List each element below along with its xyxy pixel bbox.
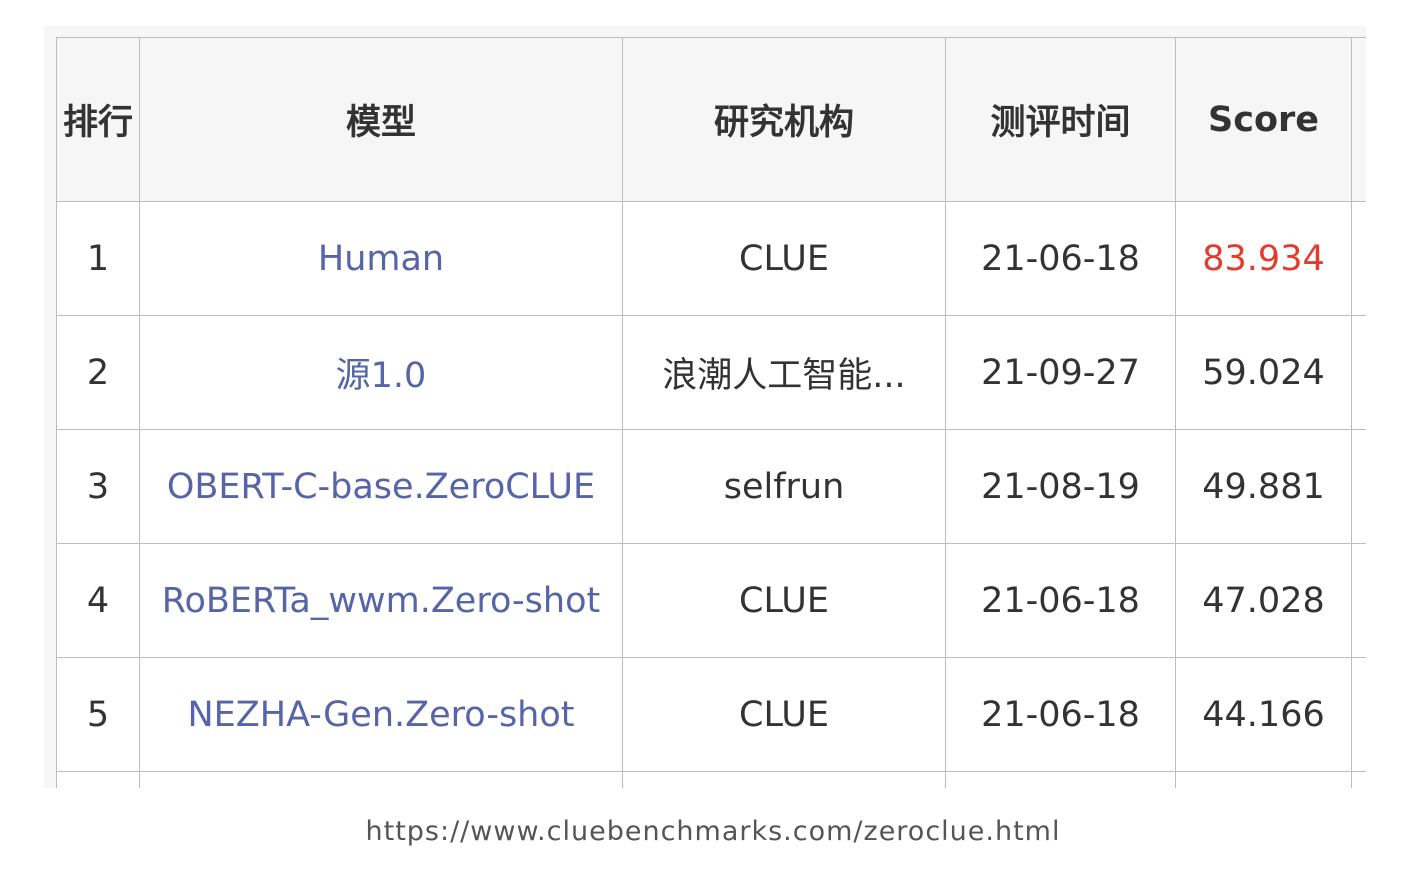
extra-cell <box>1351 657 1366 772</box>
column-header-extra <box>1351 37 1366 202</box>
extra-cell <box>1351 315 1366 430</box>
score-cell: 59.024 <box>1175 315 1352 430</box>
model-link[interactable]: RoBERTa_wwm.Zero-shot <box>162 581 600 621</box>
score-cell: 47.028 <box>1175 543 1352 658</box>
table-row: 5 NEZHA-Gen.Zero-shot CLUE 21-06-18 44.1… <box>56 657 1366 772</box>
table-row-partial <box>56 771 1366 788</box>
model-cell: RoBERTa_wwm.Zero-shot <box>139 543 623 658</box>
date-cell: 21-06-18 <box>945 657 1176 772</box>
model-link[interactable]: NEZHA-Gen.Zero-shot <box>187 695 574 735</box>
score-cell: 44.166 <box>1175 657 1352 772</box>
leaderboard-frame: 排行 模型 研究机构 测评时间 Score 1 Human CLUE 21-06… <box>44 26 1366 788</box>
rank-cell: 4 <box>56 543 140 658</box>
model-cell <box>139 771 623 788</box>
org-cell: CLUE <box>622 543 946 658</box>
model-link[interactable]: OBERT-C-base.ZeroCLUE <box>167 467 595 507</box>
table-row: 1 Human CLUE 21-06-18 83.934 <box>56 201 1366 316</box>
org-cell: selfrun <box>622 429 946 544</box>
date-cell: 21-08-19 <box>945 429 1176 544</box>
date-cell: 21-06-18 <box>945 543 1176 658</box>
model-link[interactable]: Human <box>318 239 444 279</box>
model-cell: OBERT-C-base.ZeroCLUE <box>139 429 623 544</box>
rank-cell: 5 <box>56 657 140 772</box>
score-cell: 49.881 <box>1175 429 1352 544</box>
table-row: 2 源1.0 浪潮人工智能... 21-09-27 59.024 <box>56 315 1366 430</box>
table-row: 3 OBERT-C-base.ZeroCLUE selfrun 21-08-19… <box>56 429 1366 544</box>
extra-cell <box>1351 201 1366 316</box>
rank-cell <box>56 771 140 788</box>
column-header-rank: 排行 <box>56 37 140 202</box>
rank-cell: 1 <box>56 201 140 316</box>
model-cell: 源1.0 <box>139 315 623 430</box>
date-cell: 21-09-27 <box>945 315 1176 430</box>
model-cell: Human <box>139 201 623 316</box>
extra-cell <box>1351 771 1366 788</box>
org-cell: CLUE <box>622 657 946 772</box>
leaderboard-table: 排行 模型 研究机构 测评时间 Score 1 Human CLUE 21-06… <box>56 37 1366 788</box>
score-cell: 83.934 <box>1175 201 1352 316</box>
model-link[interactable]: 源1.0 <box>336 356 427 396</box>
extra-cell <box>1351 543 1366 658</box>
table-row: 4 RoBERTa_wwm.Zero-shot CLUE 21-06-18 47… <box>56 543 1366 658</box>
score-cell <box>1175 771 1352 788</box>
org-cell: 浪潮人工智能... <box>622 315 946 430</box>
column-header-model: 模型 <box>139 37 623 202</box>
rank-cell: 3 <box>56 429 140 544</box>
org-cell <box>622 771 946 788</box>
org-cell: CLUE <box>622 201 946 316</box>
column-header-score: Score <box>1175 37 1352 202</box>
date-cell: 21-06-18 <box>945 201 1176 316</box>
date-cell <box>945 771 1176 788</box>
table-header-row: 排行 模型 研究机构 测评时间 Score <box>56 37 1366 202</box>
source-url-caption: https://www.cluebenchmarks.com/zeroclue.… <box>365 816 1061 847</box>
model-cell: NEZHA-Gen.Zero-shot <box>139 657 623 772</box>
column-header-org: 研究机构 <box>622 37 946 202</box>
column-header-date: 测评时间 <box>945 37 1176 202</box>
extra-cell <box>1351 429 1366 544</box>
rank-cell: 2 <box>56 315 140 430</box>
